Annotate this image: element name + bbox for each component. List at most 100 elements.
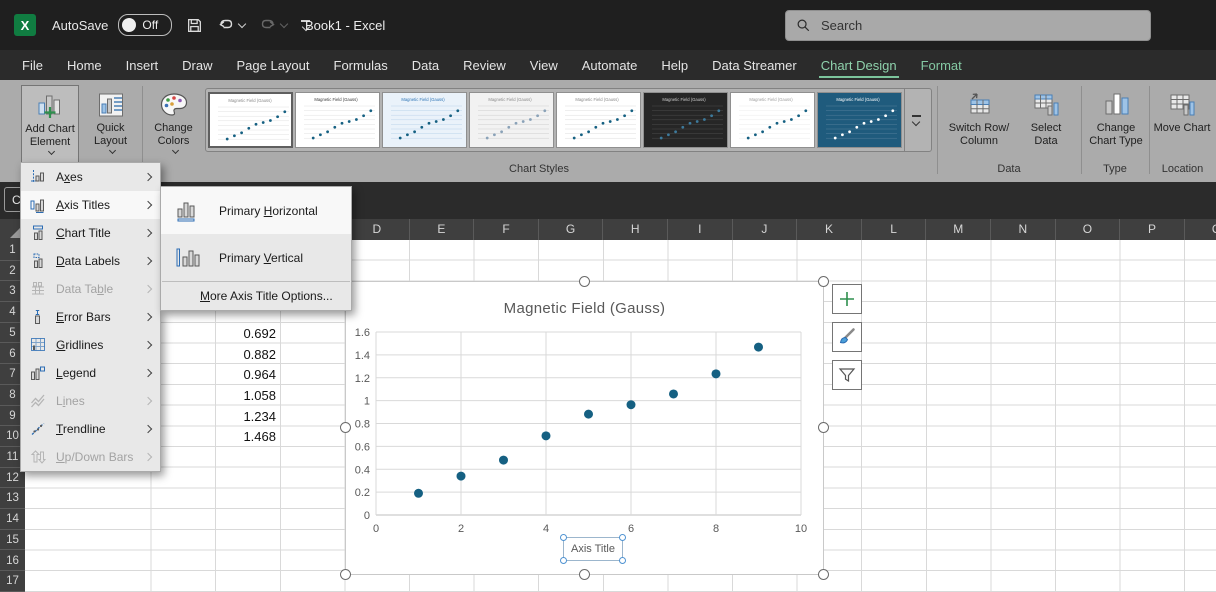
gallery-more-bar-icon: [912, 115, 921, 117]
tab-help[interactable]: Help: [649, 50, 700, 80]
menu-item-legend[interactable]: Legend: [21, 359, 160, 387]
svg-text:Magnetic Field (Gauss): Magnetic Field (Gauss): [401, 97, 445, 102]
tab-chart-design[interactable]: Chart Design: [809, 50, 909, 80]
column-header-j[interactable]: J: [733, 219, 798, 240]
chart-filters-button[interactable]: [832, 360, 862, 390]
chart-resize-handle[interactable]: [579, 276, 590, 287]
submenu-item-primary-vertical[interactable]: Primary Vertical: [161, 234, 351, 281]
column-header-d[interactable]: D: [345, 219, 410, 240]
cell-value-row-5[interactable]: 0.692: [216, 326, 276, 341]
save-button[interactable]: [186, 17, 203, 34]
chart-style-thumbnail-2[interactable]: Magnetic Field (Gauss): [295, 92, 380, 148]
tab-page-layout[interactable]: Page Layout: [225, 50, 322, 80]
search-box[interactable]: [785, 10, 1151, 41]
switch-row-column-label: Switch Row/ Column: [941, 122, 1017, 148]
tab-review[interactable]: Review: [451, 50, 518, 80]
add-chart-element-chevron-icon: [48, 148, 55, 155]
excel-logo-icon[interactable]: X: [14, 14, 36, 36]
column-header-e[interactable]: E: [410, 219, 475, 240]
svg-text:Magnetic Field (Gauss): Magnetic Field (Gauss): [575, 97, 619, 102]
column-header-m[interactable]: M: [926, 219, 991, 240]
menu-item-trendline[interactable]: Trendline: [21, 415, 160, 443]
chart-style-thumbnail-7[interactable]: Magnetic Field (Gauss): [730, 92, 815, 148]
chart-style-thumbnail-6[interactable]: Magnetic Field (Gauss): [643, 92, 728, 148]
menu-item-data-labels[interactable]: Data Labels: [21, 247, 160, 275]
tab-data-streamer[interactable]: Data Streamer: [700, 50, 809, 80]
tab-formulas[interactable]: Formulas: [322, 50, 400, 80]
column-header-q[interactable]: Q: [1185, 219, 1216, 240]
move-chart-button[interactable]: Move Chart: [1153, 85, 1211, 175]
submenu-arrow-icon: [144, 201, 152, 209]
quick-layout-icon: [97, 88, 125, 122]
column-header-h[interactable]: H: [603, 219, 668, 240]
tab-insert[interactable]: Insert: [114, 50, 171, 80]
chart-resize-handle[interactable]: [818, 569, 829, 580]
chart-styles-group-label: Chart Styles: [142, 163, 936, 175]
axis-title-box[interactable]: Axis Title: [563, 537, 623, 561]
row-header-15[interactable]: 15: [0, 530, 25, 551]
column-header-n[interactable]: N: [991, 219, 1056, 240]
quick-layout-chevron-icon: [108, 147, 115, 154]
cell-value-row-9[interactable]: 1.234: [216, 409, 276, 424]
row-header-14[interactable]: 14: [0, 509, 25, 530]
switch-row-column-button[interactable]: Switch Row/ Column: [941, 85, 1017, 175]
menu-item-axis-titles[interactable]: Axis Titles: [21, 191, 160, 219]
tab-automate[interactable]: Automate: [570, 50, 650, 80]
chart-style-thumbnail-5[interactable]: Magnetic Field (Gauss): [556, 92, 641, 148]
menu-item-gridlines[interactable]: Gridlines: [21, 331, 160, 359]
paintbrush-icon: [837, 327, 857, 347]
autosave-toggle[interactable]: Off: [118, 14, 172, 36]
chart-style-thumbnail-3[interactable]: Magnetic Field (Gauss): [382, 92, 467, 148]
row-header-17[interactable]: 17: [0, 571, 25, 592]
column-header-i[interactable]: I: [668, 219, 733, 240]
tab-file[interactable]: File: [10, 50, 55, 80]
chart-resize-handle[interactable]: [579, 569, 590, 580]
svg-text:Magnetic Field (Gauss): Magnetic Field (Gauss): [228, 98, 272, 103]
search-input[interactable]: [819, 17, 1103, 34]
tab-data[interactable]: Data: [400, 50, 451, 80]
chart-resize-handle[interactable]: [818, 422, 829, 433]
chart-title[interactable]: Magnetic Field (Gauss): [346, 300, 823, 317]
chart-style-thumbnail-4[interactable]: Magnetic Field (Gauss): [469, 92, 554, 148]
submenu-arrow-icon: [144, 173, 152, 181]
tab-home[interactable]: Home: [55, 50, 114, 80]
cell-value-row-7[interactable]: 0.964: [216, 367, 276, 382]
tab-format[interactable]: Format: [909, 50, 974, 80]
gallery-more-button[interactable]: [904, 89, 927, 151]
menu-item-chart-title[interactable]: Chart Title: [21, 219, 160, 247]
change-chart-type-button[interactable]: Change Chart Type: [1086, 85, 1146, 175]
select-data-label: Select Data: [1019, 122, 1073, 148]
tab-draw[interactable]: Draw: [170, 50, 224, 80]
chart-resize-handle[interactable]: [340, 422, 351, 433]
cell-value-row-8[interactable]: 1.058: [216, 388, 276, 403]
axis-titles-submenu: Primary Horizontal Primary VerticalMore …: [160, 186, 352, 311]
chart-resize-handle[interactable]: [340, 569, 351, 580]
scatter-chart[interactable]: 00.20.40.60.811.21.41.60246810 Magnetic …: [345, 281, 824, 575]
undo-button[interactable]: [217, 16, 245, 34]
cell-value-row-10[interactable]: 1.468: [216, 429, 276, 444]
submenu-item-primary-horizontal[interactable]: Primary Horizontal: [161, 187, 351, 234]
row-header-16[interactable]: 16: [0, 551, 25, 572]
column-header-k[interactable]: K: [797, 219, 862, 240]
menu-item-axes[interactable]: Axes: [21, 163, 160, 191]
chart-style-thumbnail-8[interactable]: Magnetic Field (Gauss): [817, 92, 902, 148]
chart-resize-handle[interactable]: [818, 276, 829, 287]
select-data-button[interactable]: Select Data: [1019, 85, 1073, 175]
chart-style-thumbnail-1[interactable]: Magnetic Field (Gauss): [208, 92, 293, 148]
chart-styles-button[interactable]: [832, 322, 862, 352]
menu-item-data-table: Data Table: [21, 275, 160, 303]
tab-view[interactable]: View: [518, 50, 570, 80]
more-axis-title-options-item[interactable]: More Axis Title Options...: [161, 282, 351, 310]
column-header-f[interactable]: F: [474, 219, 539, 240]
trendline-icon: [30, 421, 46, 437]
chart-style-thumbnails: Magnetic Field (Gauss) Magnetic Field (G…: [208, 92, 902, 148]
svg-text:Magnetic Field (Gauss): Magnetic Field (Gauss): [662, 97, 706, 102]
column-header-l[interactable]: L: [862, 219, 927, 240]
column-header-g[interactable]: G: [539, 219, 604, 240]
menu-item-error-bars[interactable]: Error Bars: [21, 303, 160, 331]
column-header-p[interactable]: P: [1120, 219, 1185, 240]
row-header-13[interactable]: 13: [0, 488, 25, 509]
cell-value-row-6[interactable]: 0.882: [216, 347, 276, 362]
chart-elements-button[interactable]: [832, 284, 862, 314]
column-header-o[interactable]: O: [1056, 219, 1121, 240]
